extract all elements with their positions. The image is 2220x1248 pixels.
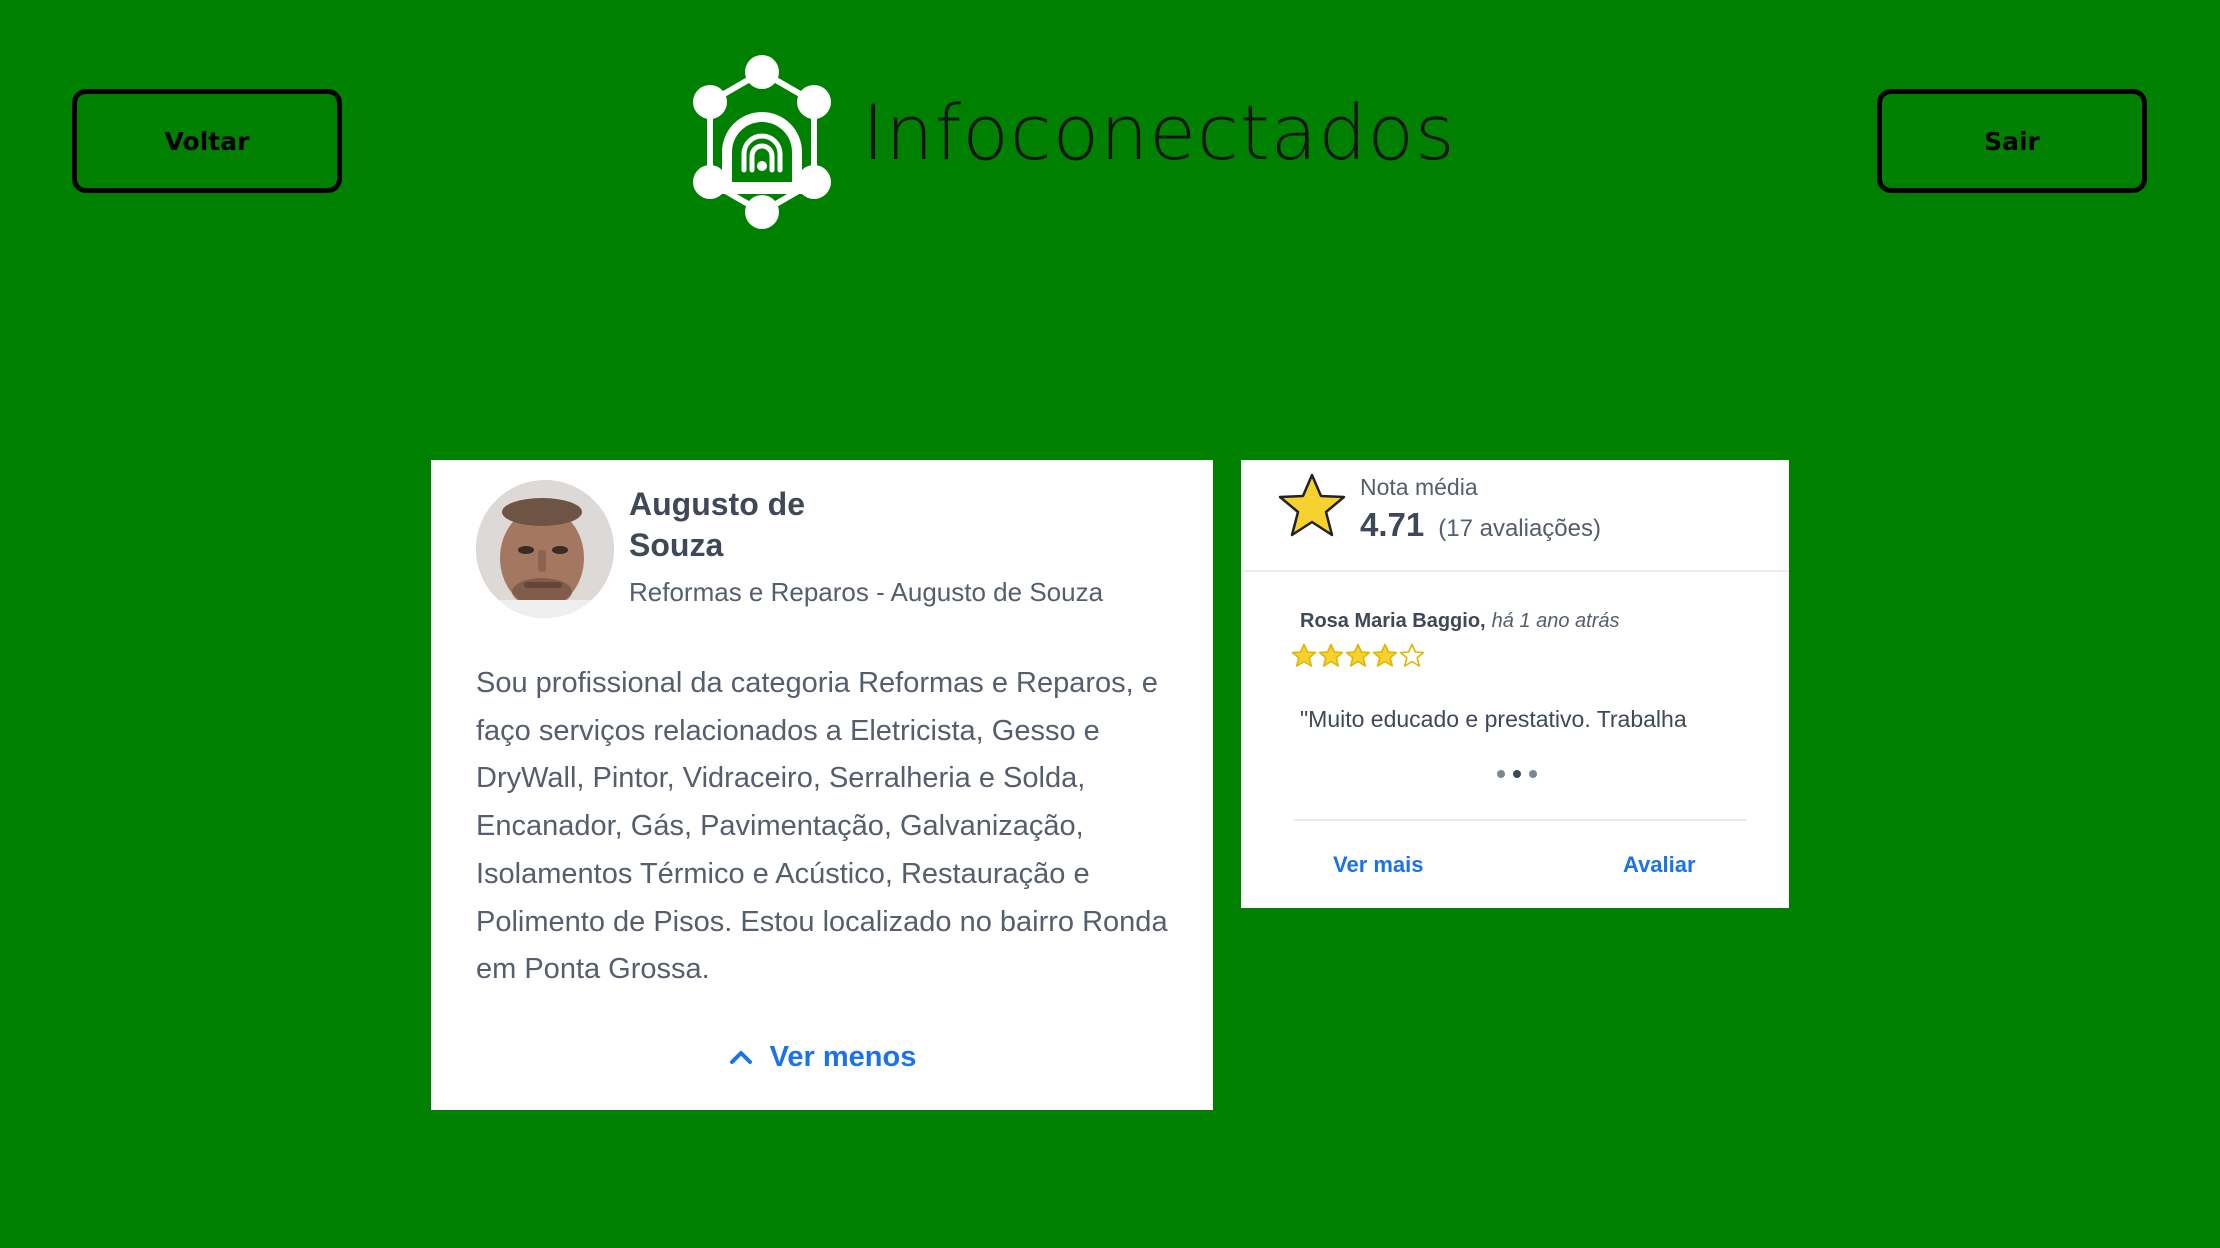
more-dots-icon xyxy=(1497,770,1537,778)
star-filled-icon xyxy=(1372,643,1398,667)
average-rating-label: Nota média xyxy=(1360,474,1478,500)
rating-card: Nota média 4.71 (17 avaliações) Rosa Mar… xyxy=(1241,460,1789,908)
avatar xyxy=(476,480,614,618)
professional-name: Augusto de Souza xyxy=(629,486,805,563)
see-more-link[interactable]: Ver mais xyxy=(1333,852,1424,878)
star-filled-icon xyxy=(1291,643,1317,667)
reviewer-name: Rosa Maria Baggio, xyxy=(1300,610,1486,632)
star-empty-icon xyxy=(1399,643,1425,667)
star-icon xyxy=(1278,473,1346,537)
review-time: há 1 ano atrás xyxy=(1491,610,1620,632)
professional-subtitle: Reformas e Reparos - Augusto de Souza xyxy=(629,577,1104,607)
average-rating-value: 4.71 xyxy=(1360,506,1425,543)
profile-card: Augusto de Souza Reformas e Reparos - Au… xyxy=(431,460,1213,1110)
star-filled-icon xyxy=(1345,643,1371,667)
divider xyxy=(1241,570,1789,572)
brand-name: Infoconectados xyxy=(862,87,1456,177)
review-stars xyxy=(1291,643,1425,668)
exit-button[interactable]: Sair xyxy=(1877,89,2147,193)
back-button[interactable]: Voltar xyxy=(72,89,342,193)
review-count: (17 avaliações) xyxy=(1438,515,1601,542)
show-less-button[interactable]: Ver menos xyxy=(431,1032,1213,1082)
chevron-up-icon xyxy=(729,1051,752,1064)
divider xyxy=(1294,819,1747,821)
professional-description: Sou profissional da categoria Reformas e… xyxy=(476,667,1168,986)
rate-link[interactable]: Avaliar xyxy=(1623,852,1696,878)
network-logo-icon xyxy=(693,55,831,229)
show-less-label: Ver menos xyxy=(769,1040,917,1073)
review-header: Rosa Maria Baggio, há 1 ano atrás xyxy=(1300,610,1619,633)
brand-logo: Infoconectados xyxy=(682,54,1456,230)
review-text: "Muito educado e prestativo. Trabalha xyxy=(1300,706,1687,732)
star-filled-icon xyxy=(1318,643,1344,667)
